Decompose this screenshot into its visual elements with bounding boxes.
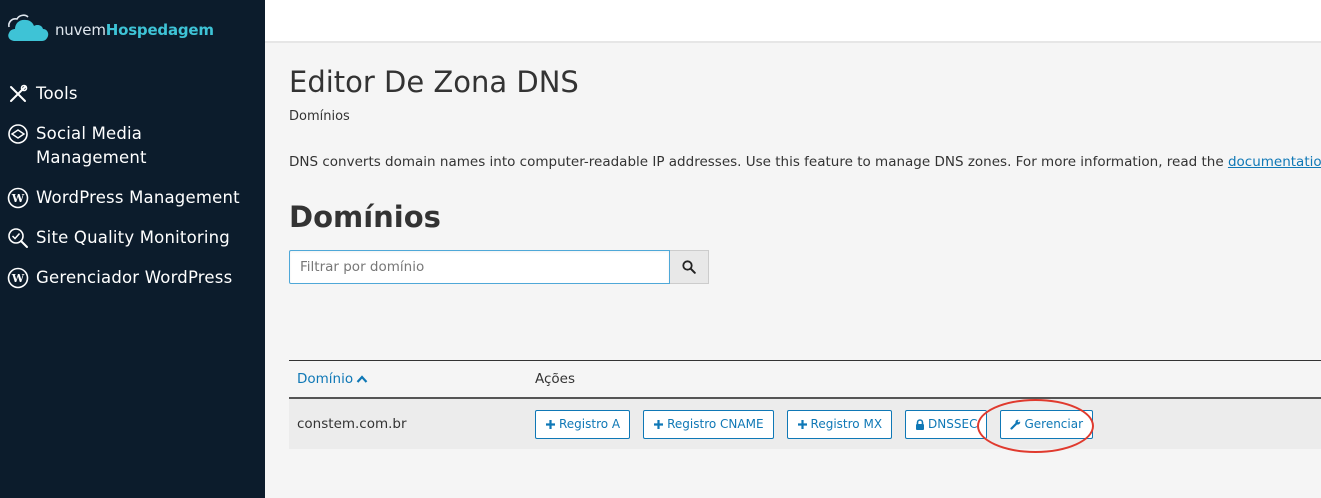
wrench-icon: [1010, 419, 1021, 430]
cloud-icon: [8, 14, 49, 41]
button-label: Registro A: [559, 417, 621, 431]
actions-column-header: Ações: [535, 371, 576, 387]
button-label: Registro CNAME: [667, 417, 764, 431]
brand-name-light: nuvem: [55, 21, 106, 39]
table-row: constem.com.br Registro A Registro CNAME…: [289, 399, 1321, 449]
brand-name-bold: Hospedagem: [105, 21, 214, 39]
sidebar-item-gerenciador-wordpress[interactable]: W Gerenciador WordPress: [0, 266, 238, 290]
sidebar-item-wordpress-management[interactable]: W WordPress Management: [0, 186, 246, 210]
add-a-record-button[interactable]: Registro A: [535, 409, 631, 439]
breadcrumb: Domínios: [289, 109, 350, 124]
search-button[interactable]: [670, 250, 709, 284]
wordpress-icon: W: [6, 266, 30, 290]
section-title: Domínios: [289, 200, 441, 234]
description-text: DNS converts domain names into computer-…: [289, 154, 1228, 170]
page-description: DNS converts domain names into computer-…: [289, 154, 1321, 170]
manage-button[interactable]: Gerenciar: [1000, 409, 1094, 439]
svg-text:W: W: [11, 192, 25, 205]
domain-header-label: Domínio: [297, 371, 354, 387]
plus-icon: [797, 419, 807, 429]
sidebar-item-label: Gerenciador WordPress: [36, 268, 233, 287]
plus-icon: [546, 419, 555, 429]
button-label: Registro MX: [810, 417, 883, 431]
top-bar: [265, 0, 1321, 43]
sidebar-item-label: Site Quality Monitoring: [36, 228, 230, 247]
sidebar-item-site-quality[interactable]: Site Quality Monitoring: [0, 226, 236, 250]
domain-column-header[interactable]: Domínio: [289, 371, 535, 387]
plus-icon: [654, 419, 664, 429]
svg-text:W: W: [11, 272, 25, 285]
domains-table: Domínio Ações constem.com.br Registro A …: [289, 360, 1321, 449]
search-input[interactable]: [289, 250, 670, 284]
sidebar-item-social-media[interactable]: Social Media Management: [0, 122, 192, 170]
tools-icon: [6, 82, 30, 106]
sidebar-item-tools[interactable]: Tools: [0, 82, 84, 106]
page-title: Editor De Zona DNS: [289, 65, 579, 99]
sidebar-item-label: Tools: [36, 84, 78, 103]
wordpress-icon: W: [6, 186, 30, 210]
sort-ascending-icon: [356, 375, 368, 383]
dnssec-button[interactable]: DNSSEC: [905, 409, 988, 439]
add-mx-record-button[interactable]: Registro MX: [786, 409, 893, 439]
sidebar-item-label: Social Media Management: [36, 124, 147, 167]
actions-cell: Registro A Registro CNAME Registro MX DN…: [535, 409, 1106, 439]
site-quality-icon: [6, 226, 30, 250]
domain-cell: constem.com.br: [297, 416, 407, 432]
brand-logo[interactable]: nuvemHospedagem: [5, 12, 214, 48]
sidebar-item-label: WordPress Management: [36, 188, 240, 207]
lock-icon: [916, 418, 925, 430]
social-media-icon: [6, 122, 30, 146]
add-cname-record-button[interactable]: Registro CNAME: [643, 409, 774, 439]
button-label: Gerenciar: [1024, 417, 1084, 431]
documentation-link[interactable]: documentation: [1228, 154, 1321, 170]
sidebar: nuvemHospedagem Tools Social Media Manag…: [0, 0, 265, 498]
search-icon: [682, 260, 696, 274]
button-label: DNSSEC: [928, 417, 978, 431]
search-group: [289, 250, 709, 284]
table-header: Domínio Ações: [289, 361, 1321, 399]
